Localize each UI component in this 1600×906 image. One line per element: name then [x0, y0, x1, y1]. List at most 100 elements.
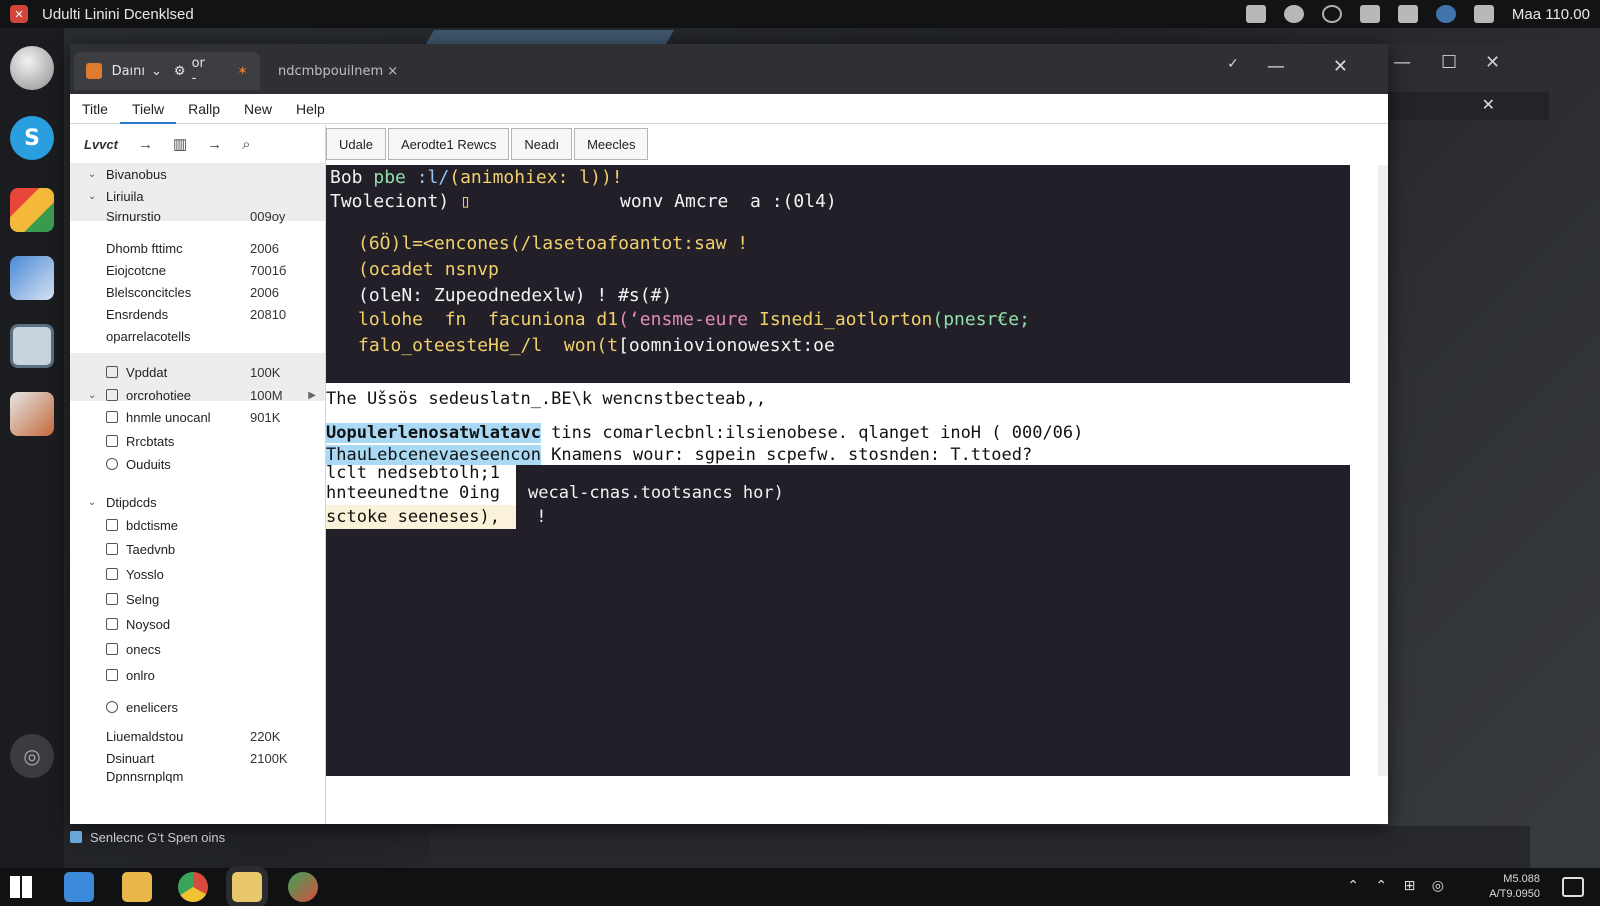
nead-button[interactable]: Neadı	[511, 128, 573, 160]
tab-active[interactable]: Daını ⌄ ⚙ or - ✶	[74, 52, 260, 90]
folder-taskbar-icon[interactable]	[122, 872, 152, 902]
edge-taskbar-icon[interactable]	[288, 872, 318, 902]
tree-row[interactable]: Dpnnsrnplqm	[70, 769, 325, 783]
app-logo-icon[interactable]: ✕	[10, 5, 28, 23]
sidebar-tool-label[interactable]: Lvvct	[84, 137, 118, 152]
photos-dock-icon[interactable]	[10, 392, 54, 436]
tree-row-size: 7001б	[250, 262, 287, 278]
skype-dock-icon[interactable]: S	[10, 116, 54, 160]
chevron-down-icon[interactable]: ⌄	[151, 64, 162, 79]
tree-row[interactable]: Vpddat 100K	[70, 361, 325, 383]
folder-icon	[106, 669, 118, 681]
bookmark-list-icon[interactable]: ▥	[173, 135, 187, 153]
explorer-taskbar-icon[interactable]	[64, 872, 94, 902]
file-icon	[106, 593, 118, 605]
tree-row[interactable]: Noysod	[70, 613, 325, 635]
terminal-output[interactable]: Bob pbe :l/(animohiex: l))! Twoleciont) …	[326, 165, 1350, 383]
grid-icon	[106, 435, 118, 447]
volume-icon[interactable]	[1321, 5, 1342, 23]
menu-help[interactable]: Help	[284, 94, 337, 124]
arrow-right-icon[interactable]: →	[138, 136, 153, 153]
office-dock-icon[interactable]	[10, 188, 54, 232]
topbar-clock[interactable]: Maa 110.00	[1512, 6, 1590, 23]
bookmark-icon[interactable]: ✶	[237, 64, 248, 79]
wifi-icon[interactable]	[1397, 5, 1418, 23]
meecles-button[interactable]: Meecles	[574, 128, 649, 160]
taskbar-tray-icons[interactable]: ⌃ ⌃ ⊞ ◎	[1347, 878, 1450, 894]
monitor-dock-icon[interactable]	[10, 324, 54, 368]
tree-row[interactable]: Sirnurstio 009oy	[70, 205, 325, 227]
text-line: Uopulerlenosatwlatavc tins comarlecbnl:i…	[326, 423, 1084, 443]
text-area[interactable]: The Ušsös sedeuslatn_.BE\k wencnstbectea…	[326, 383, 1350, 465]
network-icon[interactable]	[1359, 5, 1380, 23]
tree-row[interactable]: Yosslo	[70, 563, 325, 585]
tree-row[interactable]: bdctisme	[70, 514, 325, 536]
forward-icon[interactable]: →	[207, 136, 222, 153]
terminal-output-2[interactable]: lclt nedsebtolh;1 hnteeunedtne 0ing wecal…	[326, 463, 1350, 776]
folder-taskbar-icon[interactable]	[232, 872, 262, 902]
minimize-icon[interactable]: —	[1393, 52, 1411, 73]
notification-icon[interactable]	[1562, 877, 1584, 897]
menu-title[interactable]: Title	[70, 94, 120, 124]
tree-row[interactable]: ⌄ orcrohotiee 100M ▶	[70, 384, 325, 406]
close-icon[interactable]: ✕	[1482, 95, 1495, 114]
gear-icon[interactable]: ⚙	[174, 64, 186, 79]
globe-icon[interactable]	[1283, 5, 1304, 23]
file-manager-window: Daını ⌄ ⚙ or - ✶ ndcmbpouilnem × ✓ — ✕ T…	[70, 44, 1388, 824]
tree-row[interactable]: ⌄ Dtipdcds	[70, 491, 325, 513]
edit-icon[interactable]	[1473, 5, 1494, 23]
text-line: The Ušsös sedeuslatn_.BE\k wencnstbectea…	[326, 389, 767, 409]
tree-row[interactable]: ⌄ Liriuila	[70, 185, 325, 207]
close-icon[interactable]: ✕	[1333, 56, 1348, 77]
tree-row[interactable]: Liuemaldstou 220K	[70, 725, 325, 747]
windows-start-icon[interactable]	[10, 876, 32, 898]
chevron-down-icon[interactable]: ⌄	[88, 191, 96, 202]
terminal-line: lclt nedsebtolh;1	[326, 463, 500, 483]
chrome-taskbar-icon[interactable]	[178, 872, 208, 902]
tree-row[interactable]: Dsinuart 2100K	[70, 747, 325, 769]
scrollbar[interactable]	[1378, 165, 1388, 776]
highlighted-text[interactable]: Uopulerlenosatwlatavc	[326, 423, 541, 443]
tree-row[interactable]: hnmle unocanl 901K	[70, 406, 325, 428]
tree-row[interactable]: Rrcbtats	[70, 430, 325, 452]
maximize-icon[interactable]: ☐	[1441, 52, 1457, 73]
tree-row[interactable]: Blelsconcitcles 2006	[70, 281, 325, 303]
minimize-icon[interactable]: —	[1267, 56, 1285, 77]
wifi-dock-icon[interactable]: ◎	[10, 734, 54, 778]
menu-rallp[interactable]: Rallp	[176, 94, 232, 124]
tree-row[interactable]: Eiojcotcne 7001б	[70, 259, 325, 281]
tree-row[interactable]: Taedvnb	[70, 538, 325, 560]
tree-row-name: Liriuila	[106, 188, 144, 204]
search-icon[interactable]: ⌕	[242, 136, 250, 153]
user-icon[interactable]	[1435, 5, 1456, 23]
finder-dock-icon[interactable]	[10, 46, 54, 90]
tree-row[interactable]: Selng	[70, 588, 325, 610]
paint-dock-icon[interactable]	[10, 256, 54, 300]
chevron-down-icon[interactable]: ⌄	[88, 497, 96, 508]
update-button[interactable]: Udale	[326, 128, 386, 160]
notes-icon[interactable]	[1245, 5, 1266, 23]
tree-row[interactable]: oparrelacotells	[70, 325, 325, 347]
tree-row[interactable]: Dhomb fttimc 2006	[70, 237, 325, 259]
tree-row[interactable]: onecs	[70, 638, 325, 660]
taskbar-clock[interactable]: M5.088 A/T9.0950	[1489, 872, 1540, 902]
close-icon[interactable]: ✕	[1485, 52, 1500, 73]
tree-row-size: 100K	[250, 364, 281, 380]
chevron-down-icon[interactable]: ⌄	[88, 169, 96, 180]
menu-view[interactable]: Tielw	[119, 94, 177, 124]
tree-row-size: 901K	[250, 409, 281, 425]
tree-row[interactable]: Ensrdends 20810	[70, 303, 325, 325]
tree-row[interactable]: Ouduits	[70, 453, 325, 475]
tree-row[interactable]: enelicers	[70, 696, 325, 718]
chevron-down-icon[interactable]: ⌄	[88, 390, 96, 401]
tree-row[interactable]: onlro	[70, 664, 325, 686]
chevron-right-icon[interactable]: ▶	[308, 390, 316, 401]
highlighted-text[interactable]: ThauLebcenevaeseencon	[326, 445, 541, 465]
file-icon	[106, 618, 118, 630]
check-icon[interactable]: ✓	[1227, 56, 1239, 77]
aerodte-rewcs-button[interactable]: Aerodte1 Rewcs	[387, 128, 510, 160]
tree-row-name: oparrelacotells	[106, 328, 191, 344]
tab-other[interactable]: ndcmbpouilnem ×	[266, 52, 412, 90]
menu-new[interactable]: New	[232, 94, 284, 124]
tree-row[interactable]: ⌄ Bivanobus	[70, 163, 325, 185]
